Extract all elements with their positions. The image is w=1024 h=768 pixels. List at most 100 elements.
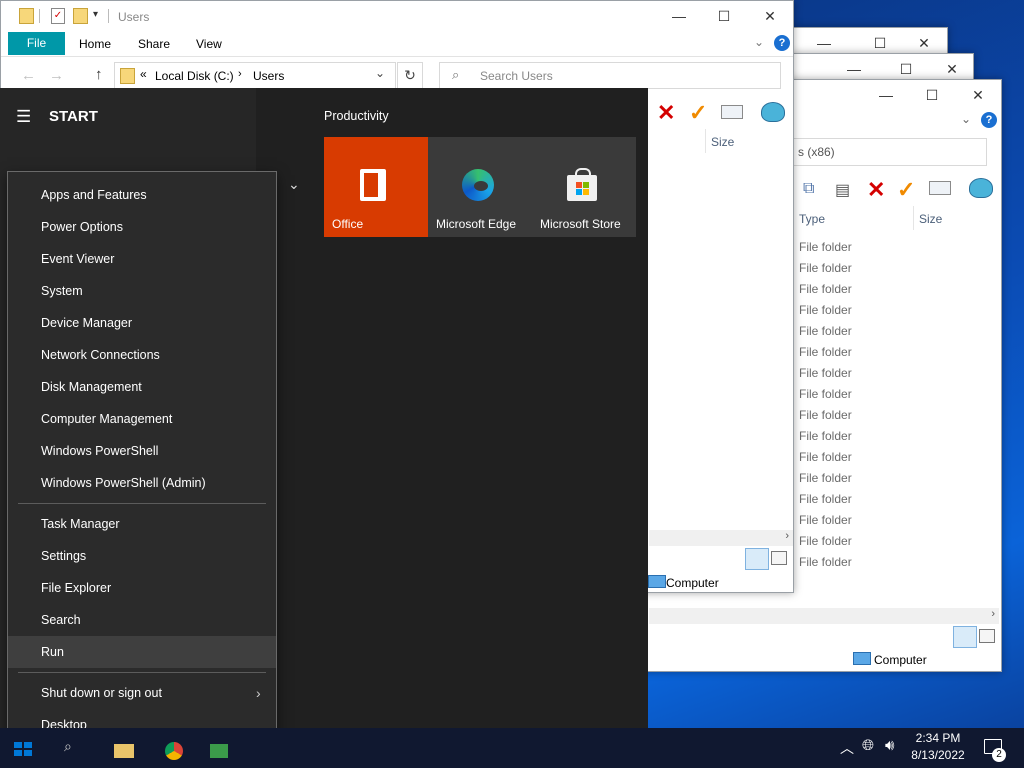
computer-icon [648, 575, 666, 588]
breadcrumb-overflow-icon[interactable]: « [140, 67, 147, 81]
menu-item-network-connections[interactable]: Network Connections [8, 339, 276, 371]
search-icon: ⌕ [452, 67, 460, 82]
minimize-button[interactable]: — [656, 1, 702, 31]
up-arrow-icon[interactable]: ↑ [95, 66, 103, 83]
details-view-button[interactable] [953, 626, 977, 648]
search-box[interactable]: ⌕ Search Users [439, 62, 781, 89]
copy-icon[interactable]: ⧉ [803, 180, 814, 198]
address-dropdown-icon[interactable]: ⌄ [375, 66, 385, 80]
scroll-right-icon[interactable]: › [785, 530, 789, 542]
column-header-size[interactable]: Size [711, 135, 734, 149]
menu-separator [18, 503, 266, 504]
volume-icon[interactable]: 🔊︎ [885, 737, 894, 754]
refresh-button[interactable]: ↻ [397, 62, 423, 89]
search-icon[interactable]: ⌕ [64, 738, 72, 755]
tab-view[interactable]: View [196, 37, 222, 51]
horizontal-scrollbar[interactable]: › [649, 530, 793, 546]
menu-item-device-manager[interactable]: Device Manager [8, 307, 276, 339]
delete-icon[interactable]: ✕ [657, 100, 675, 126]
file-explorer-taskbar-icon[interactable] [114, 744, 134, 758]
back-arrow-icon[interactable]: ← [21, 67, 36, 84]
maximize-button[interactable]: ☐ [701, 1, 747, 31]
menu-item-disk-management[interactable]: Disk Management [8, 371, 276, 403]
chevron-down-icon[interactable]: ⌄ [754, 35, 764, 49]
list-item-type: File folder [799, 429, 852, 443]
list-item-type: File folder [799, 240, 852, 254]
column-divider [705, 129, 706, 153]
rename-icon[interactable] [929, 181, 951, 195]
breadcrumb-current[interactable]: Users [253, 69, 284, 83]
network-icon[interactable]: 🌐︎ [862, 737, 874, 754]
taskbar: ⌕ ︿ 🌐︎ 🔊︎ 2:34 PM 8/13/2022 2 [0, 728, 1024, 768]
address-bar[interactable]: s (x86) [791, 138, 987, 166]
hamburger-menu-icon[interactable]: ☰ [16, 107, 31, 127]
tile-microsoft-edge[interactable]: Microsoft Edge [428, 137, 532, 237]
menu-item-apps-and-features[interactable]: Apps and Features [8, 179, 276, 211]
address-bar[interactable]: « Local Disk (C:) › Users ⌄ [114, 62, 396, 89]
list-item-type: File folder [799, 261, 852, 275]
help-icon[interactable]: ? [774, 35, 790, 51]
notification-count-badge: 2 [992, 748, 1006, 762]
horizontal-scrollbar[interactable]: › [649, 608, 999, 624]
breadcrumb-root[interactable]: Local Disk (C:) [155, 69, 234, 83]
breadcrumb-separator-icon[interactable]: › [238, 68, 242, 80]
minimize-button[interactable]: — [863, 80, 909, 110]
shell-icon[interactable] [761, 102, 785, 122]
menu-item-file-explorer[interactable]: File Explorer [8, 572, 276, 604]
list-item-type: File folder [799, 324, 852, 338]
forward-arrow-icon[interactable]: → [49, 67, 64, 84]
show-hidden-icons-icon[interactable]: ︿ [840, 738, 854, 758]
check-icon[interactable]: ✓ [689, 100, 707, 126]
check-icon[interactable]: ✓ [897, 177, 915, 203]
menu-item-windows-powershell[interactable]: Windows PowerShell [8, 435, 276, 467]
list-item-type: File folder [799, 303, 852, 317]
app-taskbar-icon[interactable] [210, 744, 228, 758]
tab-home[interactable]: Home [79, 37, 111, 51]
paste-icon[interactable]: ▤ [835, 180, 850, 200]
tab-share[interactable]: Share [138, 37, 170, 51]
tile-office[interactable]: Office [324, 137, 428, 237]
folder-icon [19, 8, 34, 24]
menu-item-search[interactable]: Search [8, 604, 276, 636]
chevron-down-icon[interactable]: ⌄ [961, 112, 971, 126]
close-button[interactable]: ✕ [747, 1, 793, 31]
file-list: File folder File folder File folder File fo… [799, 237, 989, 577]
windows-start-icon[interactable] [14, 742, 32, 756]
tile-microsoft-store[interactable]: Microsoft Store [532, 137, 636, 237]
chrome-taskbar-icon[interactable] [165, 742, 183, 760]
menu-item-event-viewer[interactable]: Event Viewer [8, 243, 276, 275]
large-icons-view-button[interactable] [771, 551, 787, 565]
tab-file[interactable]: File [8, 32, 65, 55]
scroll-right-icon[interactable]: › [991, 608, 995, 620]
quick-access-dropdown-icon[interactable]: ▾ [93, 9, 98, 20]
large-icons-view-button[interactable] [979, 629, 995, 643]
menu-item-computer-management[interactable]: Computer Management [8, 403, 276, 435]
menu-item-system[interactable]: System [8, 275, 276, 307]
delete-icon[interactable]: ✕ [867, 177, 885, 203]
maximize-button[interactable]: ☐ [909, 80, 955, 110]
new-folder-icon[interactable] [73, 8, 88, 24]
office-icon [360, 169, 386, 201]
menu-item-windows-powershell-admin[interactable]: Windows PowerShell (Admin) [8, 467, 276, 499]
details-view-button[interactable] [745, 548, 769, 570]
list-item-type: File folder [799, 408, 852, 422]
menu-item-run[interactable]: Run [8, 636, 276, 668]
menu-item-power-options[interactable]: Power Options [8, 211, 276, 243]
collapse-chevron-icon[interactable]: ⌄ [288, 176, 300, 193]
menu-item-settings[interactable]: Settings [8, 540, 276, 572]
shell-icon[interactable] [969, 178, 993, 198]
list-item-type: File folder [799, 471, 852, 485]
clock[interactable]: 2:34 PM 8/13/2022 [904, 731, 972, 762]
power-user-menu: Apps and Features Power Options Event Vi… [7, 171, 277, 751]
column-header-type[interactable]: Type [799, 212, 825, 226]
column-header-size[interactable]: Size [919, 212, 942, 226]
menu-item-shut-down-or-sign-out[interactable]: Shut down or sign out › [8, 677, 276, 709]
menu-item-task-manager[interactable]: Task Manager [8, 508, 276, 540]
rename-icon[interactable] [721, 105, 743, 119]
close-button[interactable]: ✕ [955, 80, 1001, 110]
properties-icon[interactable]: ✓ [51, 8, 65, 24]
list-item-type: File folder [799, 492, 852, 506]
help-icon[interactable]: ? [981, 112, 997, 128]
start-title: START [49, 108, 98, 125]
search-placeholder: Search Users [480, 69, 553, 83]
